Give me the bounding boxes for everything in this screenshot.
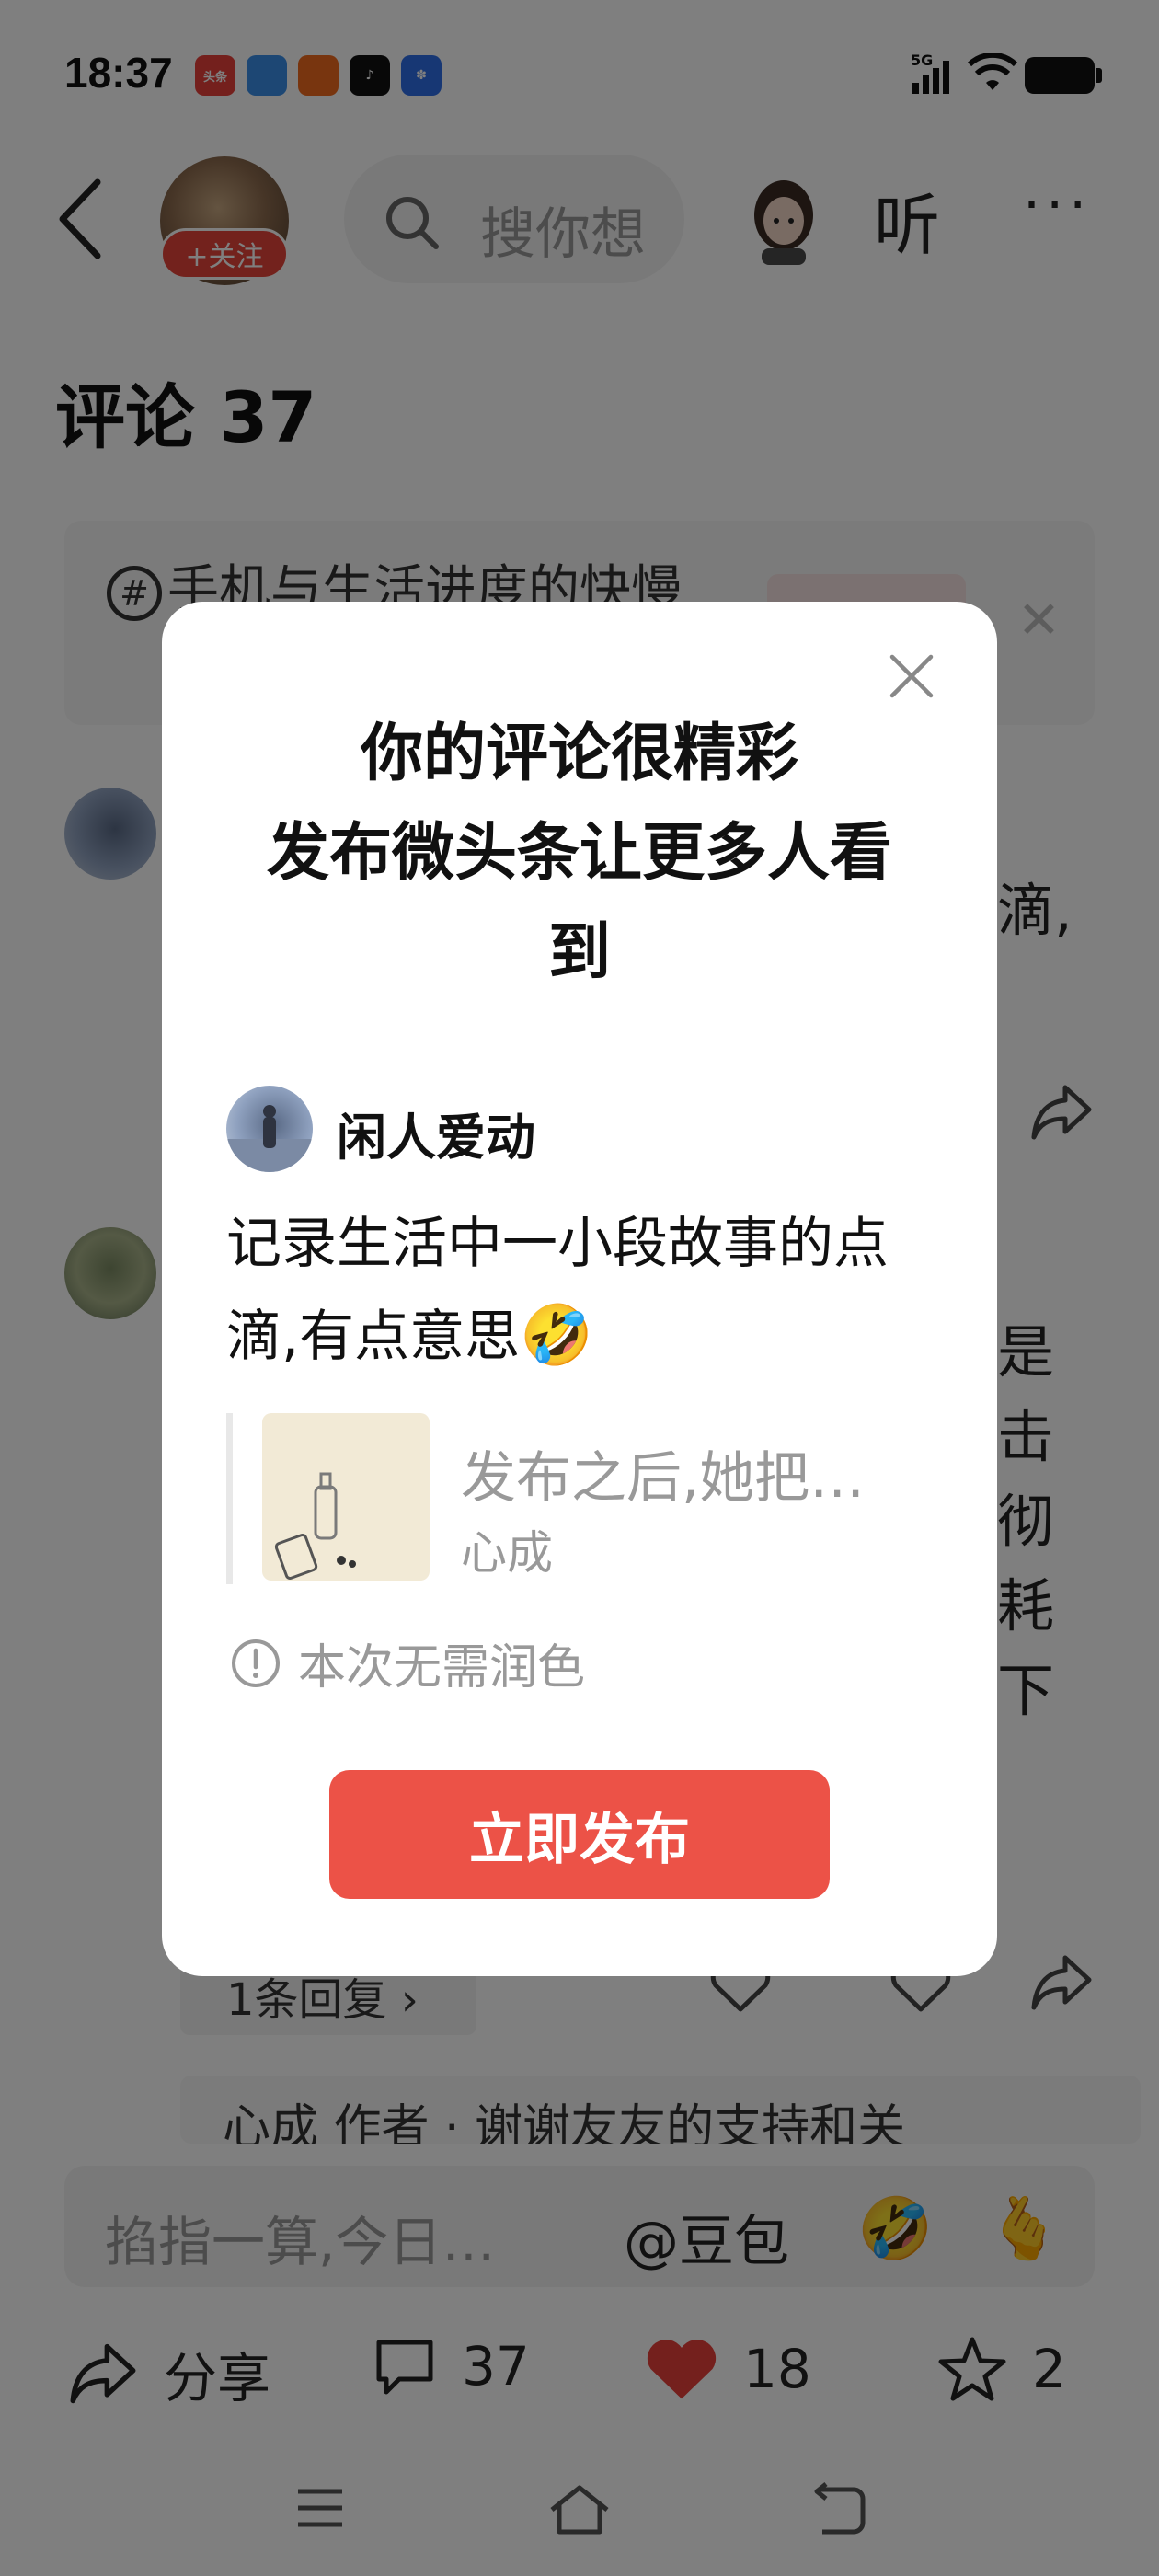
comment-preview: 记录生活中一小段故事的点滴,有点意思🤣	[226, 1198, 935, 1383]
username: 闲人爱动	[337, 1109, 535, 1167]
notice-text: 本次无需润色	[298, 1640, 586, 1696]
publish-now-button[interactable]: 立即发布	[329, 1770, 830, 1899]
dialog-title-line: 你的评论很精彩	[360, 718, 798, 790]
avatar-figure-icon	[226, 1105, 313, 1172]
close-icon[interactable]	[887, 651, 936, 701]
publish-suggestion-dialog: 你的评论很精彩 发布微头条让更多人看 到 闲人爱动 记录生活中一小段故事的点滴,…	[162, 602, 997, 1976]
info-icon	[232, 1639, 280, 1687]
dialog-title: 你的评论很精彩 发布微头条让更多人看 到	[217, 705, 942, 1003]
user-avatar	[226, 1086, 313, 1172]
article-title: 发布之后,她把…	[461, 1446, 866, 1511]
polish-notice: 本次无需润色	[230, 1628, 585, 1697]
bottle-illustration-icon	[274, 1472, 356, 1580]
article-thumbnail	[262, 1413, 430, 1581]
quoted-article-card[interactable]: 发布之后,她把… 心成	[226, 1413, 935, 1584]
laugh-emoji: 🤣	[520, 1302, 593, 1370]
dialog-title-line: 发布微头条让更多人看	[266, 817, 892, 890]
article-author: 心成	[461, 1526, 553, 1580]
dialog-title-line: 到	[547, 916, 611, 989]
